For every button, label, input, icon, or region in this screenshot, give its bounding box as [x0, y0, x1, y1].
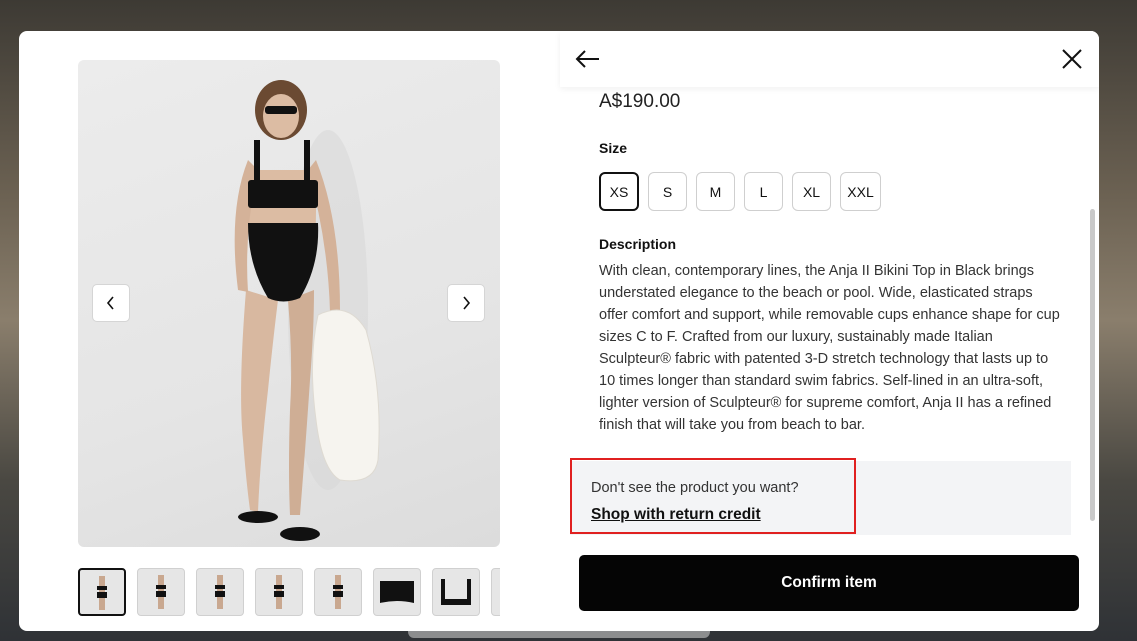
- product-modal: A$190.00 Size XS S M L XL XXL Descriptio…: [19, 31, 1099, 631]
- size-option-s[interactable]: S: [648, 172, 687, 211]
- product-description: With clean, contemporary lines, the Anja…: [599, 263, 1060, 433]
- size-selector: XS S M L XL XXL: [599, 172, 881, 211]
- size-option-l[interactable]: L: [744, 172, 783, 211]
- size-option-xl[interactable]: XL: [792, 172, 831, 211]
- product-main-image: [78, 60, 500, 547]
- shop-with-return-credit-link[interactable]: Shop with return credit: [591, 506, 761, 524]
- thumbnail-4[interactable]: [255, 568, 303, 616]
- thumbnail-2[interactable]: [137, 568, 185, 616]
- product-price: A$190.00: [599, 91, 681, 112]
- thumbnail-3[interactable]: [196, 568, 244, 616]
- backdrop-sheet-edge: [408, 630, 710, 638]
- thumbnail-8[interactable]: [491, 568, 500, 616]
- thumbnail-1[interactable]: [78, 568, 126, 616]
- next-image-button[interactable]: [447, 284, 485, 322]
- chevron-left-icon: [106, 296, 114, 310]
- close-icon: [1062, 49, 1082, 69]
- confirm-item-button[interactable]: Confirm item: [579, 555, 1079, 611]
- close-button[interactable]: [1060, 47, 1084, 71]
- thumbnail-7[interactable]: [432, 568, 480, 616]
- arrow-left-icon: [575, 50, 599, 68]
- back-button[interactable]: [574, 47, 602, 71]
- panel-header: [560, 31, 1099, 87]
- thumbnail-5[interactable]: [314, 568, 362, 616]
- thumbnail-strip: [78, 568, 500, 616]
- chevron-right-icon: [463, 296, 471, 310]
- size-heading: Size: [599, 140, 628, 156]
- description-heading: Description: [599, 236, 677, 252]
- previous-image-button[interactable]: [92, 284, 130, 322]
- size-option-xs[interactable]: XS: [599, 172, 639, 211]
- size-option-m[interactable]: M: [696, 172, 735, 211]
- thumbnail-6[interactable]: [373, 568, 421, 616]
- return-credit-question: Don't see the product you want?: [591, 480, 799, 496]
- size-option-xxl[interactable]: XXL: [840, 172, 881, 211]
- panel-scrollbar[interactable]: [1090, 209, 1095, 521]
